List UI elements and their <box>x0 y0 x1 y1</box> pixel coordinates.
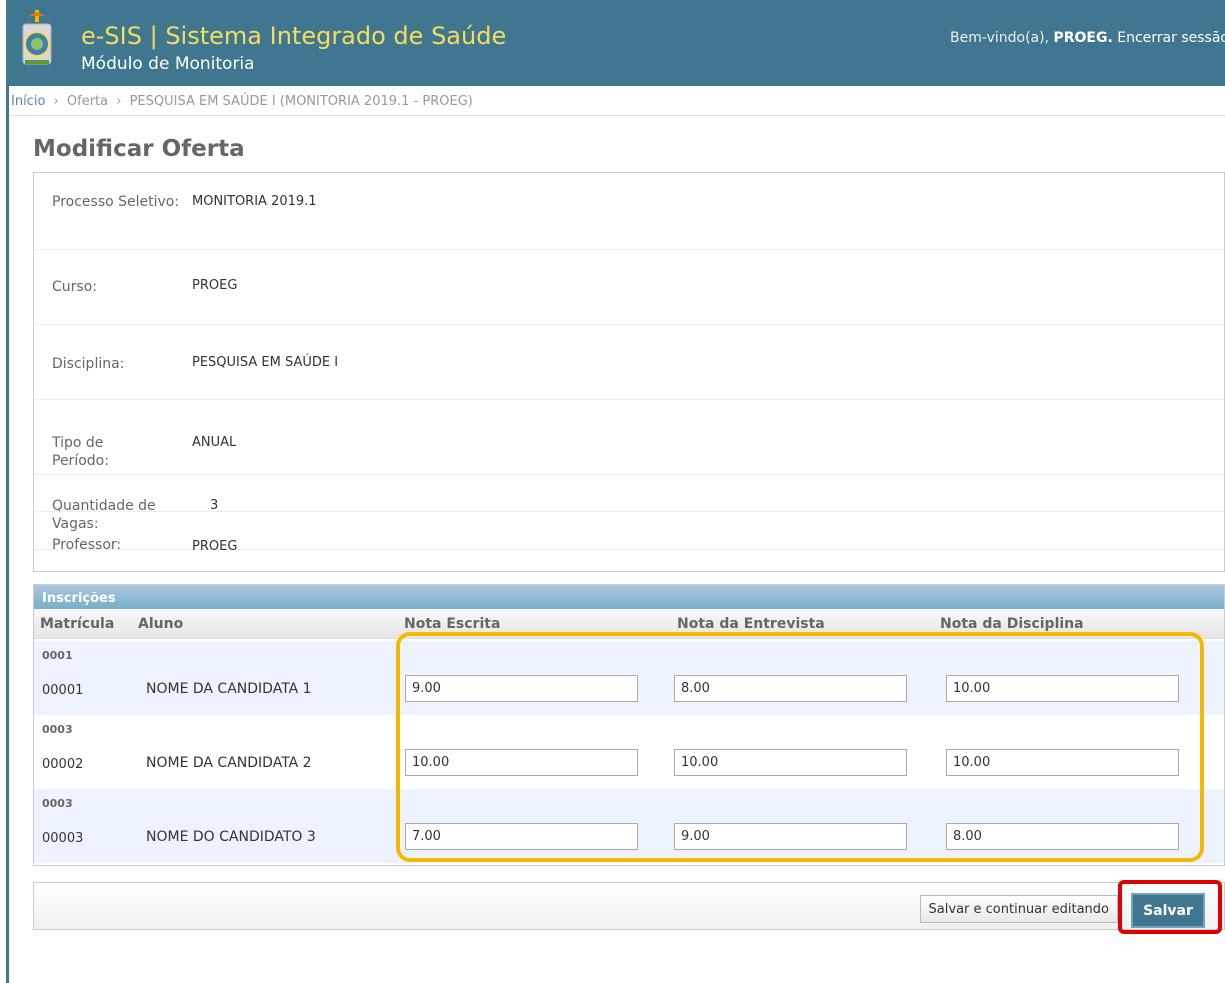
cell-matricula: 00003 <box>42 831 84 846</box>
breadcrumb-current: PESQUISA EM SAÚDE I (MONITORIA 2019.1 - … <box>129 94 473 109</box>
logout-link[interactable]: Encerrar sessão <box>1117 30 1225 46</box>
field-row-processo: Processo Seletivo: MONITORIA 2019.1 <box>34 173 1224 250</box>
breadcrumb-separator: › <box>116 94 122 109</box>
field-row-curso: Curso: PROEG <box>34 248 1224 325</box>
cell-matricula: 00002 <box>42 757 84 772</box>
field-label: Disciplina: <box>52 356 125 372</box>
nota-escrita-input[interactable] <box>405 823 638 850</box>
inscricoes-title: Inscrições <box>34 585 1224 609</box>
nota-disciplina-input[interactable] <box>946 823 1179 850</box>
breadcrumb-section: Oferta <box>66 94 109 109</box>
column-header-matricula: Matrícula <box>40 616 115 632</box>
university-seal-icon <box>22 10 52 65</box>
table-row: 0003 00003 NOME DO CANDIDATO 3 <box>34 789 1224 863</box>
field-label: Professor: <box>52 537 122 553</box>
field-row-disciplina: Disciplina: PESQUISA EM SAÚDE I <box>34 323 1224 400</box>
user-name: PROEG. <box>1053 30 1113 46</box>
field-row-tipo-periodo: Tipo de Período: ANUAL <box>34 398 1224 475</box>
cell-aluno: NOME DO CANDIDATO 3 <box>146 829 316 845</box>
nota-escrita-input[interactable] <box>405 749 638 776</box>
nota-entrevista-input[interactable] <box>674 749 907 776</box>
field-value: PROEG <box>192 539 238 554</box>
field-label: Tipo de Período: <box>52 435 109 469</box>
breadcrumb-home-link[interactable]: Início <box>11 94 45 109</box>
field-value: ANUAL <box>192 435 237 450</box>
app-subtitle: Módulo de Monitoria <box>81 54 255 74</box>
field-value: PROEG <box>192 278 238 293</box>
row-group-id: 0003 <box>42 797 73 810</box>
column-header-nota-entrevista: Nota da Entrevista <box>677 616 825 632</box>
field-row-professor: Professor: PROEG <box>34 511 1224 571</box>
row-group-id: 0003 <box>42 723 73 736</box>
cell-matricula: 00001 <box>42 683 84 698</box>
field-label: Curso: <box>52 279 97 295</box>
save-button[interactable]: Salvar <box>1131 893 1205 928</box>
column-header-aluno: Aluno <box>138 616 184 632</box>
submit-row: Salvar e continuar editando <box>33 882 1225 930</box>
field-value: PESQUISA EM SAÚDE I <box>192 355 339 370</box>
save-and-continue-button[interactable]: Salvar e continuar editando <box>919 895 1118 923</box>
table-row: 0003 00002 NOME DA CANDIDATA 2 <box>34 715 1224 789</box>
user-tools: Bem-vindo(a), PROEG. Encerrar sessão <box>950 30 1225 46</box>
field-label: Processo Seletivo: <box>52 194 180 210</box>
nota-escrita-input[interactable] <box>405 675 638 702</box>
nota-disciplina-input[interactable] <box>946 675 1179 702</box>
page-title: Modificar Oferta <box>33 136 245 162</box>
app-frame: e-SIS | Sistema Integrado de Saúde Módul… <box>6 0 1225 983</box>
cell-aluno: NOME DA CANDIDATA 1 <box>146 681 312 697</box>
table-row: 0001 00001 NOME DA CANDIDATA 1 <box>34 641 1224 715</box>
row-group-id: 0001 <box>42 649 73 662</box>
welcome-text: Bem-vindo(a), <box>950 30 1054 46</box>
breadcrumb-separator: › <box>53 94 59 109</box>
nota-entrevista-input[interactable] <box>674 675 907 702</box>
breadcrumb: Início › Oferta › PESQUISA EM SAÚDE I (M… <box>9 86 1225 116</box>
nota-disciplina-input[interactable] <box>946 749 1179 776</box>
offer-details-panel: Processo Seletivo: MONITORIA 2019.1 Curs… <box>33 172 1225 572</box>
app-title: e-SIS | Sistema Integrado de Saúde <box>81 22 507 50</box>
nota-entrevista-input[interactable] <box>674 823 907 850</box>
header: e-SIS | Sistema Integrado de Saúde Módul… <box>9 0 1225 86</box>
field-value: MONITORIA 2019.1 <box>192 194 317 209</box>
cell-aluno: NOME DA CANDIDATA 2 <box>146 755 312 771</box>
column-header-nota-disciplina: Nota da Disciplina <box>940 616 1084 632</box>
inscricoes-table: Inscrições Matrícula Aluno Nota Escrita … <box>33 584 1225 866</box>
column-header-nota-escrita: Nota Escrita <box>404 616 501 632</box>
